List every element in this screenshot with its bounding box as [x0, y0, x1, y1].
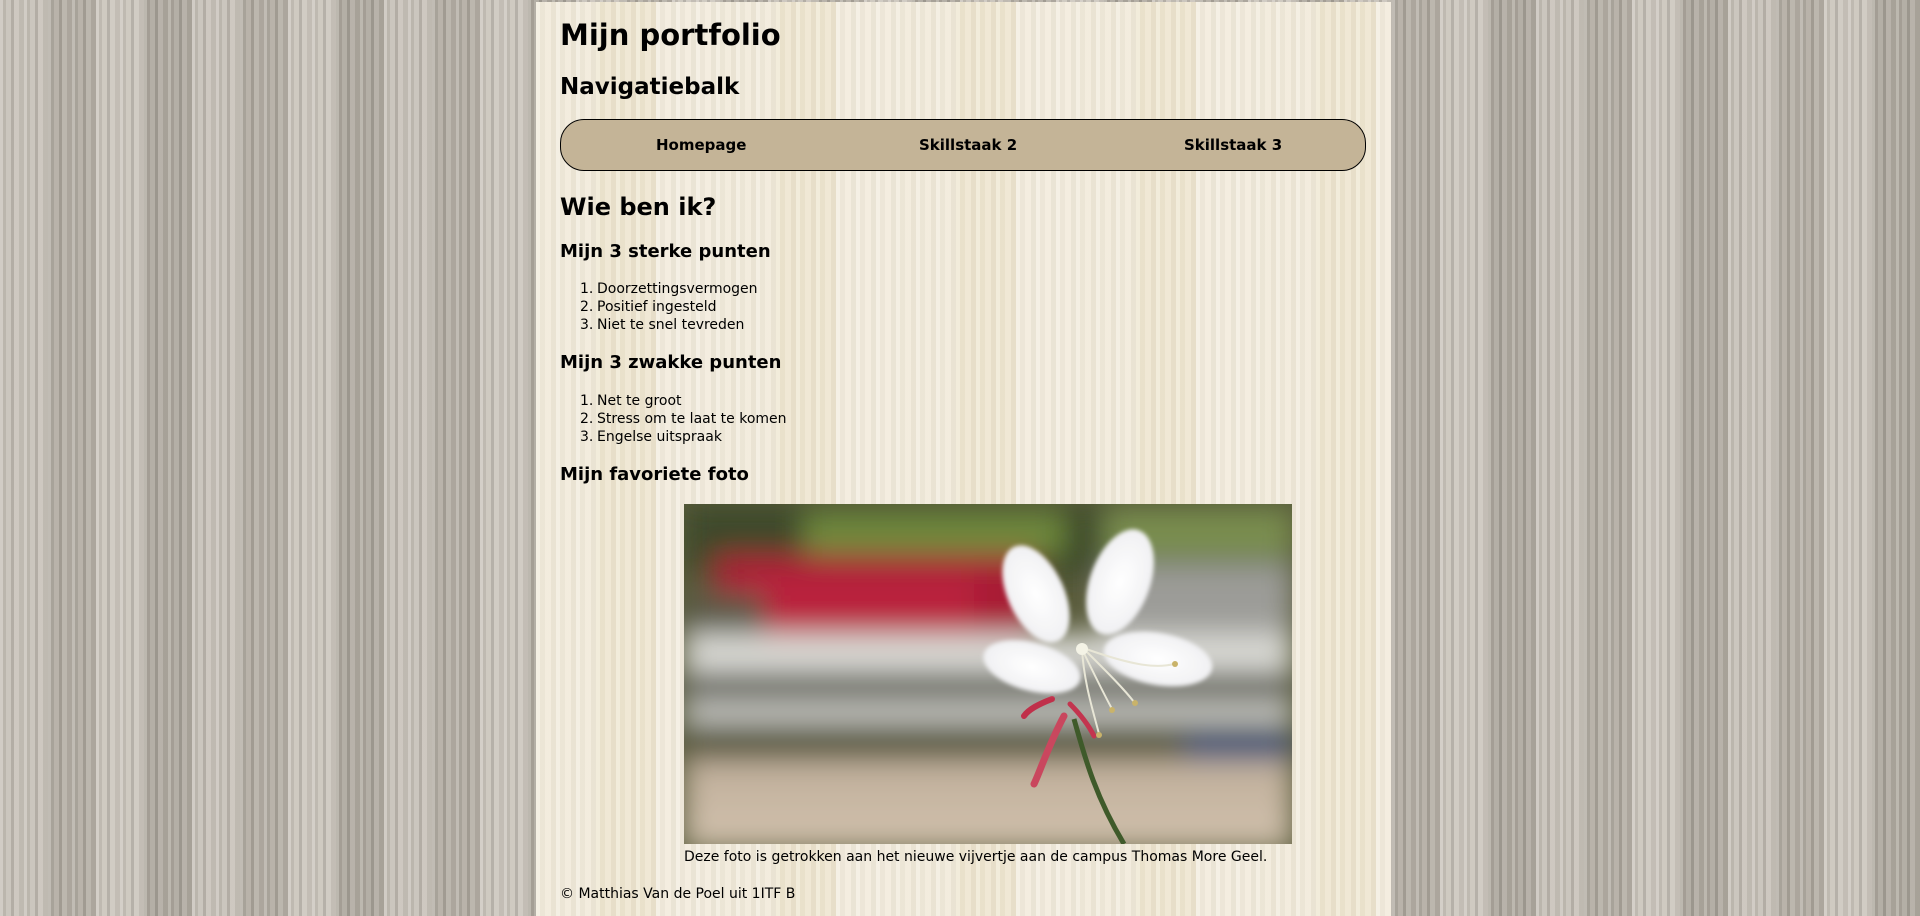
favorite-photo-heading: Mijn favoriete foto [560, 464, 749, 485]
nav-link-skillstaak-3[interactable]: Skillstaak 3 [1184, 136, 1282, 154]
favorite-photo [684, 504, 1292, 844]
list-item: 1. Net te groot [580, 393, 682, 409]
navigation-heading: Navigatiebalk [560, 74, 740, 100]
list-item: 3. Engelse uitspraak [580, 429, 722, 445]
nav-link-homepage[interactable]: Homepage [656, 136, 746, 154]
flower-photo-image [684, 504, 1292, 844]
section-heading-who-am-i: Wie ben ik? [560, 193, 717, 221]
strengths-list: 1. Doorzettingsvermogen 2. Positief ingest… [580, 280, 758, 334]
footer-copyright: © Matthias Van de Poel uit 1ITF B [560, 886, 796, 902]
list-item: 1. Doorzettingsvermogen [580, 281, 758, 297]
content-column: Mijn portfolio Navigatiebalk Homepage Sk… [536, 2, 1391, 916]
strengths-heading: Mijn 3 sterke punten [560, 241, 771, 262]
photo-caption: Deze foto is getrokken aan het nieuwe vi… [684, 849, 1268, 865]
navigation-bar: Homepage Skillstaak 2 Skillstaak 3 [560, 119, 1366, 171]
list-item: 2. Positief ingesteld [580, 299, 717, 315]
list-item: 3. Niet te snel tevreden [580, 317, 745, 333]
page-title: Mijn portfolio [560, 18, 781, 52]
weaknesses-heading: Mijn 3 zwakke punten [560, 352, 782, 373]
nav-link-skillstaak-2[interactable]: Skillstaak 2 [919, 136, 1017, 154]
weaknesses-list: 1. Net te groot 2. Stress om te laat te ko… [580, 392, 787, 446]
list-item: 2. Stress om te laat te komen [580, 411, 787, 427]
